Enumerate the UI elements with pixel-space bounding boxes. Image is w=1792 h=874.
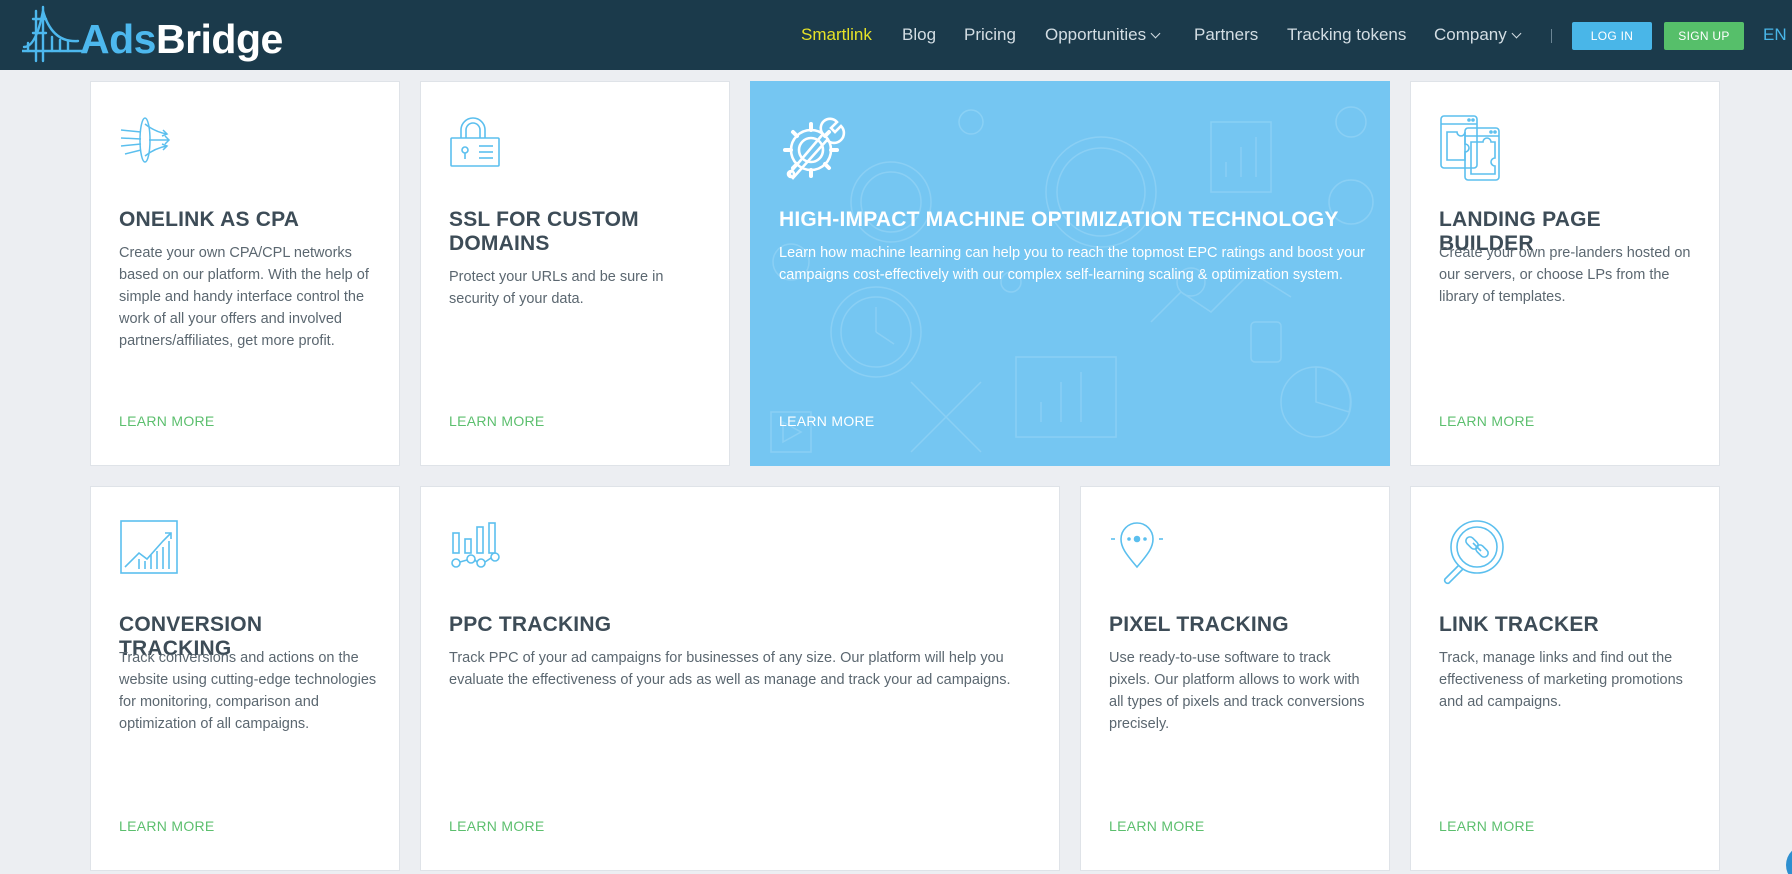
feature-card-landing-page-builder: LANDING PAGE BUILDER Create your own pre…	[1410, 81, 1720, 466]
nav-partners[interactable]: Partners	[1194, 25, 1258, 45]
chevron-down-icon	[1511, 28, 1522, 39]
nav-company[interactable]: Company	[1434, 25, 1522, 45]
card-description: Create your own CPA/CPL networks based o…	[119, 245, 369, 349]
language-selector[interactable]: EN	[1763, 25, 1787, 45]
nav-company-label: Company	[1434, 25, 1507, 44]
card-title: PPC TRACKING	[449, 613, 612, 636]
login-button[interactable]: LOG IN	[1572, 22, 1652, 50]
feature-card-ppc-tracking: PPC TRACKING Track PPC of your ad campai…	[420, 486, 1060, 871]
nav-divider	[1551, 29, 1552, 43]
growth-chart-icon	[120, 520, 178, 574]
card-title: SSL FOR CUSTOM DOMAINS	[449, 208, 639, 255]
learn-more-link[interactable]: LEARN MORE	[1109, 818, 1205, 834]
bar-analytics-icon	[451, 522, 500, 568]
feature-card-ssl: SSL FOR CUSTOM DOMAINS Protect your URLs…	[420, 81, 730, 466]
nav-smartlink[interactable]: Smartlink	[801, 25, 872, 45]
learn-more-link[interactable]: LEARN MORE	[119, 818, 215, 834]
card-title: HIGH-IMPACT MACHINE OPTIMIZATION TECHNOL…	[779, 208, 1339, 231]
nav-pricing[interactable]: Pricing	[964, 25, 1016, 45]
network-funnel-icon	[120, 117, 171, 163]
card-description: Protect your URLs and be sure in securit…	[449, 269, 664, 307]
learn-more-link[interactable]: LEARN MORE	[449, 413, 545, 429]
learn-more-link[interactable]: LEARN MORE	[779, 413, 875, 429]
chat-widget-button[interactable]	[1786, 845, 1792, 874]
card-description: Track conversions and actions on the web…	[119, 650, 377, 732]
bridge-logo-icon	[22, 5, 84, 63]
feature-card-onelink: ONELINK AS CPA Create your own CPA/CPL n…	[90, 81, 400, 466]
card-title: LINK TRACKER	[1439, 613, 1599, 636]
card-description: Track, manage links and find out the eff…	[1439, 650, 1683, 710]
learn-more-link[interactable]: LEARN MORE	[119, 413, 215, 429]
feature-card-conversion-tracking: CONVERSION TRACKING Track conversions an…	[90, 486, 400, 871]
nav-opportunities[interactable]: Opportunities	[1045, 25, 1161, 45]
card-description: Learn how machine learning can help you …	[779, 245, 1365, 283]
location-pin-icon	[1111, 522, 1163, 569]
site-header: AdsBridge Smartlink Blog Pricing Opportu…	[0, 0, 1792, 70]
logo-text-bridge: Bridge	[155, 16, 283, 62]
chevron-down-icon	[1150, 28, 1161, 39]
card-title: PIXEL TRACKING	[1109, 613, 1289, 636]
nav-opportunities-label: Opportunities	[1045, 25, 1147, 44]
card-title: ONELINK AS CPA	[119, 208, 300, 231]
learn-more-link[interactable]: LEARN MORE	[1439, 818, 1535, 834]
card-description: Track PPC of your ad campaigns for busin…	[449, 650, 1011, 688]
gear-wrench-icon	[783, 117, 846, 180]
puzzle-pages-icon	[1440, 115, 1500, 181]
nav-tracking-tokens[interactable]: Tracking tokens	[1287, 25, 1406, 45]
feature-card-link-tracker: LINK TRACKER Track, manage links and fin…	[1410, 486, 1720, 871]
magnifier-link-icon	[1443, 520, 1504, 585]
logo-text-ads: Ads	[80, 16, 156, 62]
feature-card-machine-optimization: HIGH-IMPACT MACHINE OPTIMIZATION TECHNOL…	[750, 81, 1390, 466]
card-description: Use ready-to-use software to track pixel…	[1109, 650, 1365, 732]
card-description: Create your own pre-landers hosted on ou…	[1439, 245, 1691, 305]
lock-icon	[450, 117, 500, 167]
learn-more-link[interactable]: LEARN MORE	[449, 818, 545, 834]
signup-button[interactable]: SIGN UP	[1664, 22, 1744, 50]
learn-more-link[interactable]: LEARN MORE	[1439, 413, 1535, 429]
nav-blog[interactable]: Blog	[902, 25, 936, 45]
feature-card-pixel-tracking: PIXEL TRACKING Use ready-to-use software…	[1080, 486, 1390, 871]
